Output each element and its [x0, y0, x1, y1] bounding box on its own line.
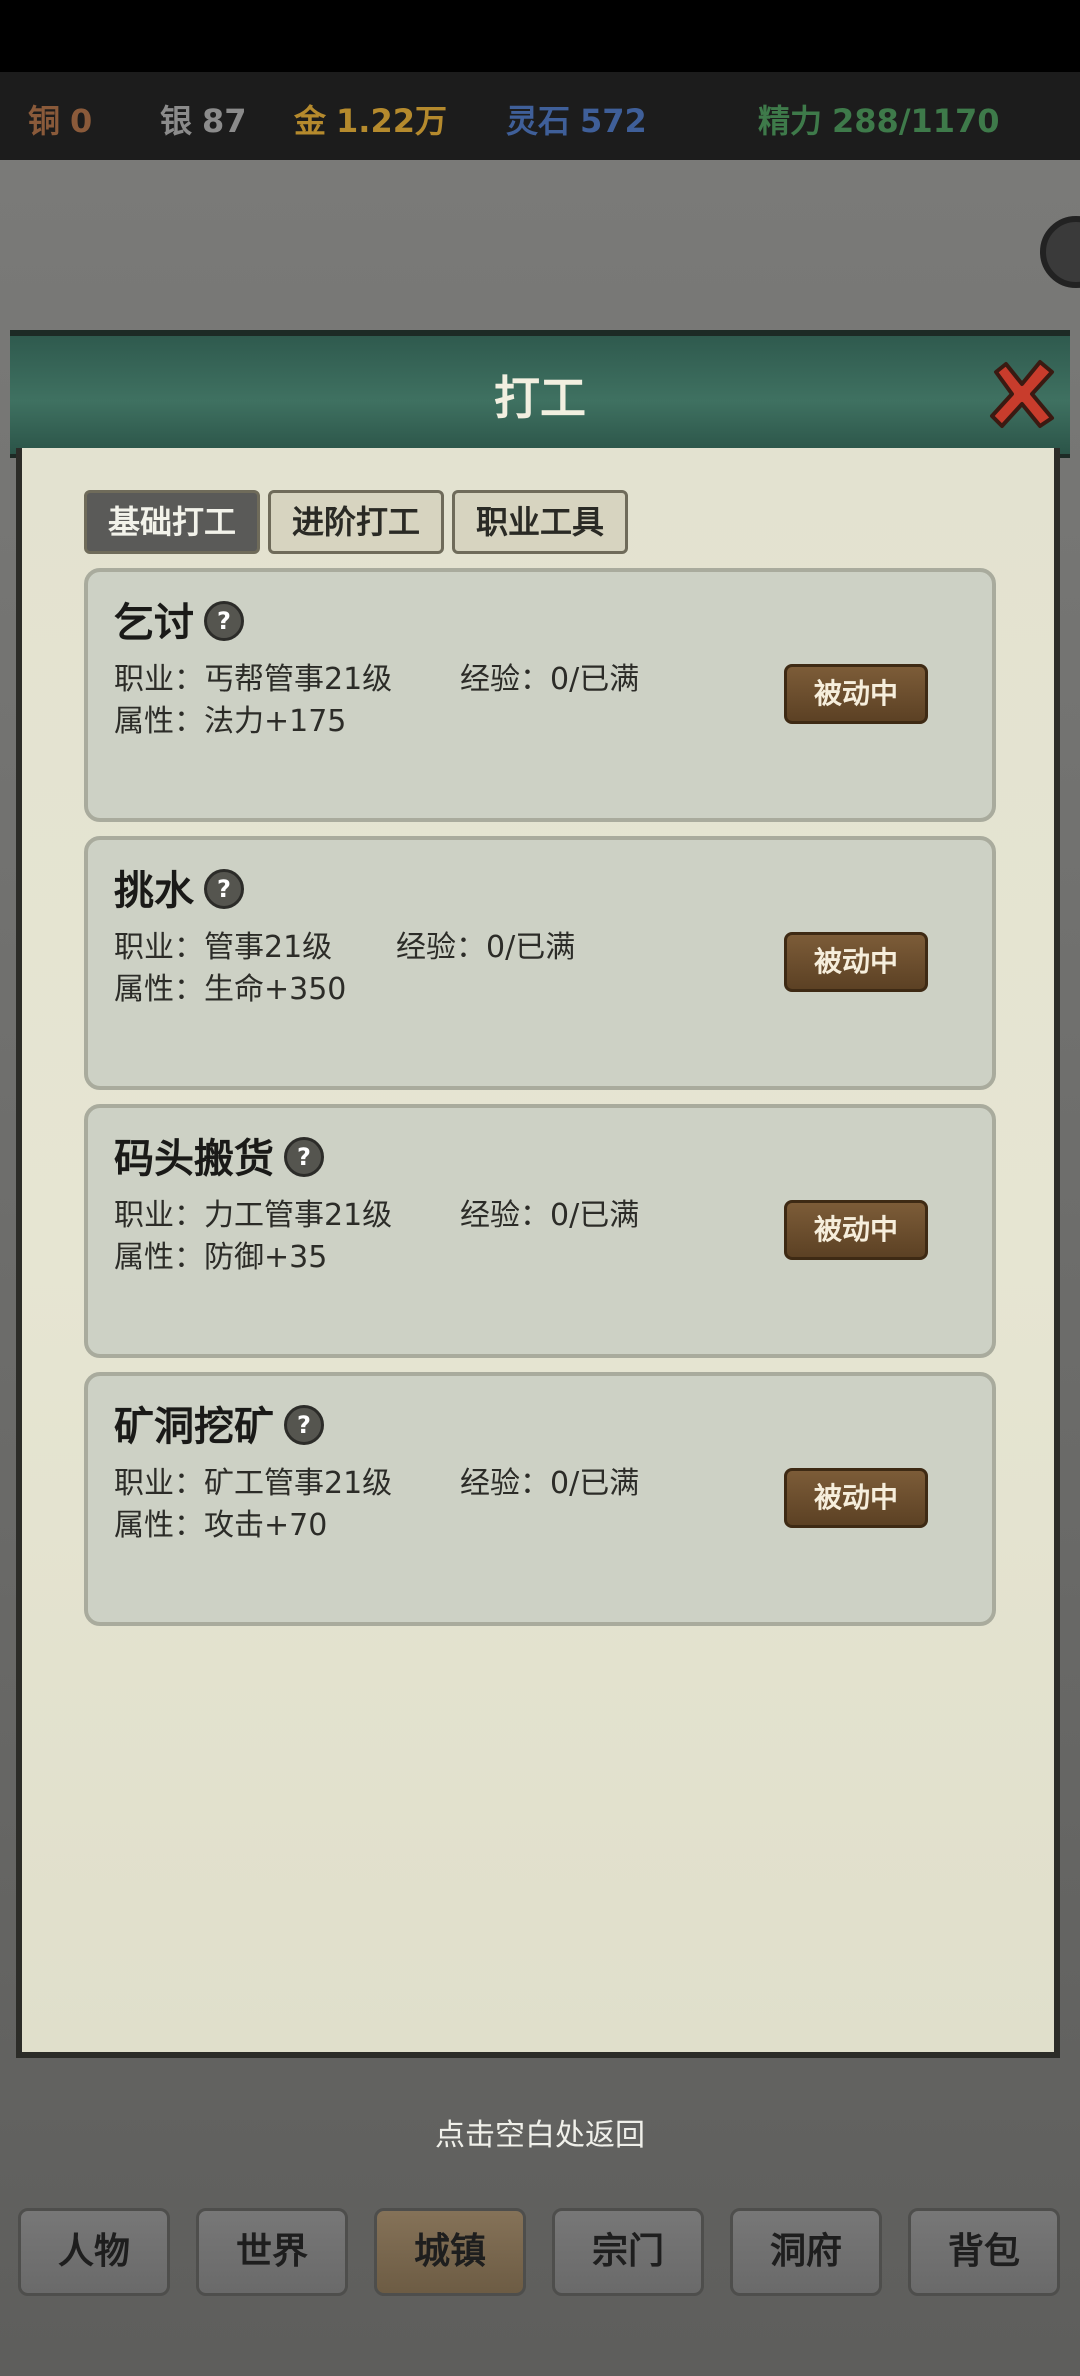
tab-basic-work[interactable]: 基础打工 — [84, 490, 260, 554]
help-icon[interactable]: ? — [204, 869, 244, 909]
job-experience: 经验：0/已满 — [396, 930, 576, 965]
nav-world[interactable]: 世界 — [196, 2208, 348, 2296]
job-card-carry-water: 挑水? 职业：管事21级 经验：0/已满 属性：生命+350 被动中 — [84, 836, 996, 1090]
nav-town[interactable]: 城镇 — [374, 2208, 526, 2296]
resource-silver: 银 87 — [160, 102, 247, 140]
job-attribute: 属性：防御+35 — [114, 1240, 328, 1275]
resource-energy: 精力 288/1170 — [758, 102, 1000, 140]
passive-button[interactable]: 被动中 — [784, 1468, 928, 1528]
nav-sect[interactable]: 宗门 — [552, 2208, 704, 2296]
dialog-header: 打工 — [10, 330, 1070, 458]
dialog-title: 打工 — [494, 371, 586, 425]
job-attribute: 属性：攻击+70 — [114, 1508, 328, 1543]
nav-cave-dwelling[interactable]: 洞府 — [730, 2208, 882, 2296]
help-icon[interactable]: ? — [204, 601, 244, 641]
nav-backpack[interactable]: 背包 — [908, 2208, 1060, 2296]
job-title: 码头搬货 — [114, 1136, 274, 1182]
job-experience: 经验：0/已满 — [460, 1198, 640, 1233]
passive-button[interactable]: 被动中 — [784, 932, 928, 992]
resource-gold: 金 1.22万 — [294, 102, 447, 140]
job-profession: 职业：力工管事21级 — [114, 1198, 393, 1233]
nav-character[interactable]: 人物 — [18, 2208, 170, 2296]
resource-bar: 铜0 银 87 金 1.22万 灵石 572 精力 288/1170 — [0, 72, 1080, 160]
tab-profession-tools[interactable]: 职业工具 — [452, 490, 628, 554]
job-attribute: 属性：生命+350 — [114, 972, 347, 1007]
job-profession: 职业：管事21级 — [114, 930, 333, 965]
job-title: 矿洞挖矿 — [114, 1404, 274, 1450]
job-profession: 职业：矿工管事21级 — [114, 1466, 393, 1501]
job-title: 挑水 — [114, 868, 194, 914]
job-card-begging: 乞讨? 职业：丐帮管事21级 经验：0/已满 属性：法力+175 被动中 — [84, 568, 996, 822]
tab-advanced-work[interactable]: 进阶打工 — [268, 490, 444, 554]
job-experience: 经验：0/已满 — [460, 1466, 640, 1501]
resource-copper: 铜0 — [28, 102, 93, 140]
job-attribute: 属性：法力+175 — [114, 704, 347, 739]
passive-button[interactable]: 被动中 — [784, 664, 928, 724]
help-icon[interactable]: ? — [284, 1137, 324, 1177]
close-icon[interactable] — [986, 358, 1058, 430]
job-card-dock-porter: 码头搬货? 职业：力工管事21级 经验：0/已满 属性：防御+35 被动中 — [84, 1104, 996, 1358]
return-hint[interactable]: 点击空白处返回 — [0, 2110, 1080, 2154]
resource-spirit-stone: 灵石 572 — [506, 102, 647, 140]
job-profession: 职业：丐帮管事21级 — [114, 662, 393, 697]
status-bar — [0, 0, 1080, 72]
job-card-mining: 矿洞挖矿? 职业：矿工管事21级 经验：0/已满 属性：攻击+70 被动中 — [84, 1372, 996, 1626]
job-title: 乞讨 — [114, 600, 194, 646]
job-experience: 经验：0/已满 — [460, 662, 640, 697]
help-icon[interactable]: ? — [284, 1405, 324, 1445]
passive-button[interactable]: 被动中 — [784, 1200, 928, 1260]
